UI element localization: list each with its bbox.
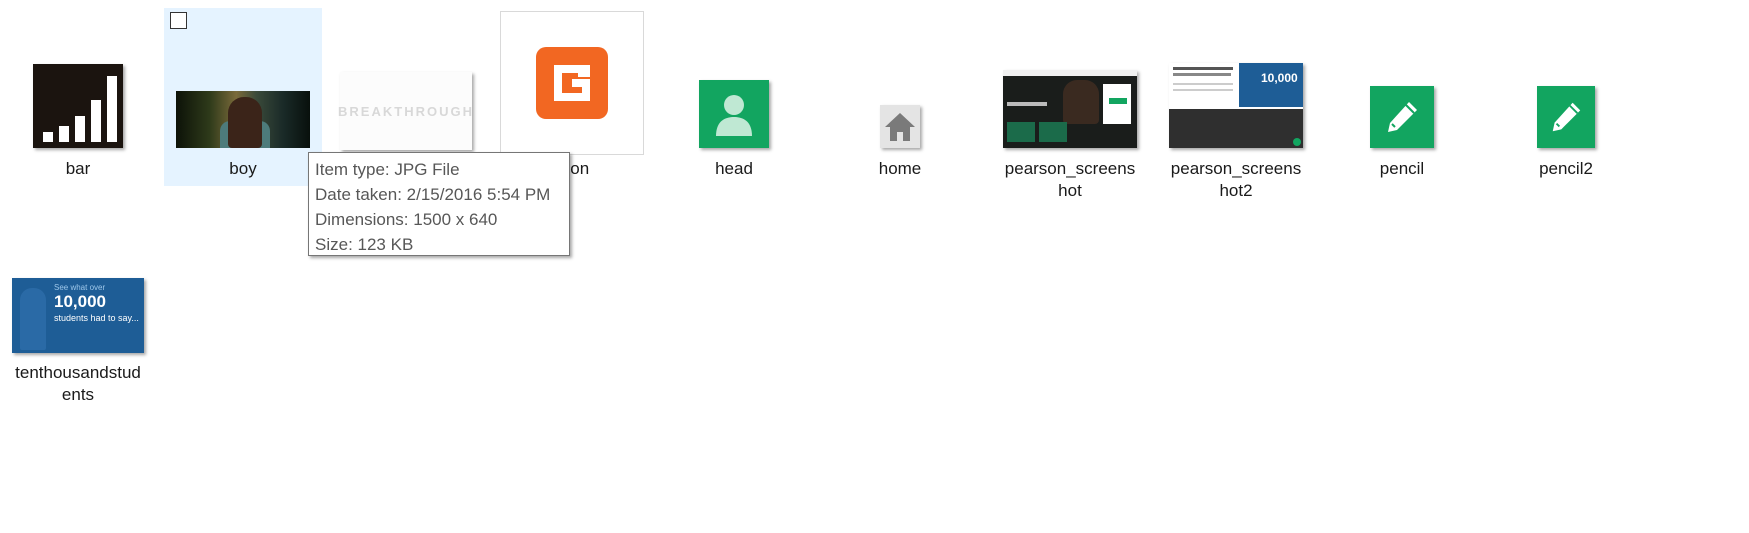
file-name: pencil [1379,159,1425,178]
pearson-screenshot2-thumbnail: 10,000 [1169,63,1303,148]
file-name: head [715,159,753,178]
thumbnail [830,48,970,148]
thumbnail: BREAKTHROUGH [336,50,476,150]
file-name: boy [229,159,257,178]
select-checkbox[interactable] [170,12,187,29]
file-name-line-2: hot [1058,181,1082,200]
tooltip-item-type: Item type: JPG File [315,160,460,179]
file-item-boy[interactable]: boy [164,8,322,186]
ten-small-text: See what over [54,283,106,292]
file-name: pearson_screens hot2 [1166,158,1306,202]
file-item-pencil[interactable]: pencil [1332,8,1472,188]
file-name: pearson_screens hot [1000,158,1140,202]
file-name-line-1: pearson_screens [1004,159,1136,178]
thumbnail [664,48,804,148]
bar-chart-icon [33,64,123,148]
file-name: pencil2 [1539,159,1593,178]
file-name: tenthousandstud ents [8,362,148,406]
tenthousand-thumbnail: See what over 10,000 students had to say… [12,278,144,353]
person-icon [699,80,769,148]
file-name-line-2: hot2 [1219,181,1253,200]
file-info-tooltip: Item type: JPG File Date taken: 2/15/201… [308,152,570,256]
ten-sub-text: students had to say... [54,313,139,323]
pearson-screenshot-thumbnail [1003,70,1137,148]
file-item-pencil2[interactable]: pencil2 [1496,8,1636,188]
house-icon [880,105,920,148]
file-item-bar[interactable]: bar [8,8,148,188]
breakthrough-text: BREAKTHROUGH [338,103,474,119]
thumbnail [1332,48,1472,148]
file-name-line-2: ents [61,385,95,404]
file-name: home [878,159,922,178]
pencil-icon [1370,86,1434,148]
file-item-home[interactable]: home [830,8,970,188]
file-item-pearson-screenshot2[interactable]: 10,000 pearson_screens hot2 [1166,8,1306,208]
file-item-head[interactable]: head [664,8,804,188]
boy-photo-thumbnail [176,91,310,148]
tooltip-dimensions: Dimensions: 1500 x 640 [315,210,498,229]
thumbnail [1000,48,1140,148]
pencil-icon [1537,86,1595,148]
file-item-tenthousandstudents[interactable]: See what over 10,000 students had to say… [8,264,148,424]
tooltip-size: Size: 123 KB [315,235,414,254]
file-item-pearson-screenshot[interactable]: pearson_screens hot [1000,8,1140,208]
file-name-line-1: tenthousandstud [15,363,141,382]
tooltip-date-taken: Date taken: 2/15/2016 5:54 PM [315,185,551,204]
file-name-line-1: pearson_screens [1170,159,1302,178]
file-name: bar [65,159,91,178]
g-logo-icon [536,47,608,119]
ten-big-text: 10,000 [54,292,106,311]
thumbnail: See what over 10,000 students had to say… [8,278,148,358]
thumbnail [8,8,148,148]
breakthrough-thumbnail: BREAKTHROUGH [338,72,474,150]
thumbnail [164,48,322,148]
thumbnail [1496,48,1636,148]
thumbnail [500,11,644,155]
thumbnail: 10,000 [1166,48,1306,148]
